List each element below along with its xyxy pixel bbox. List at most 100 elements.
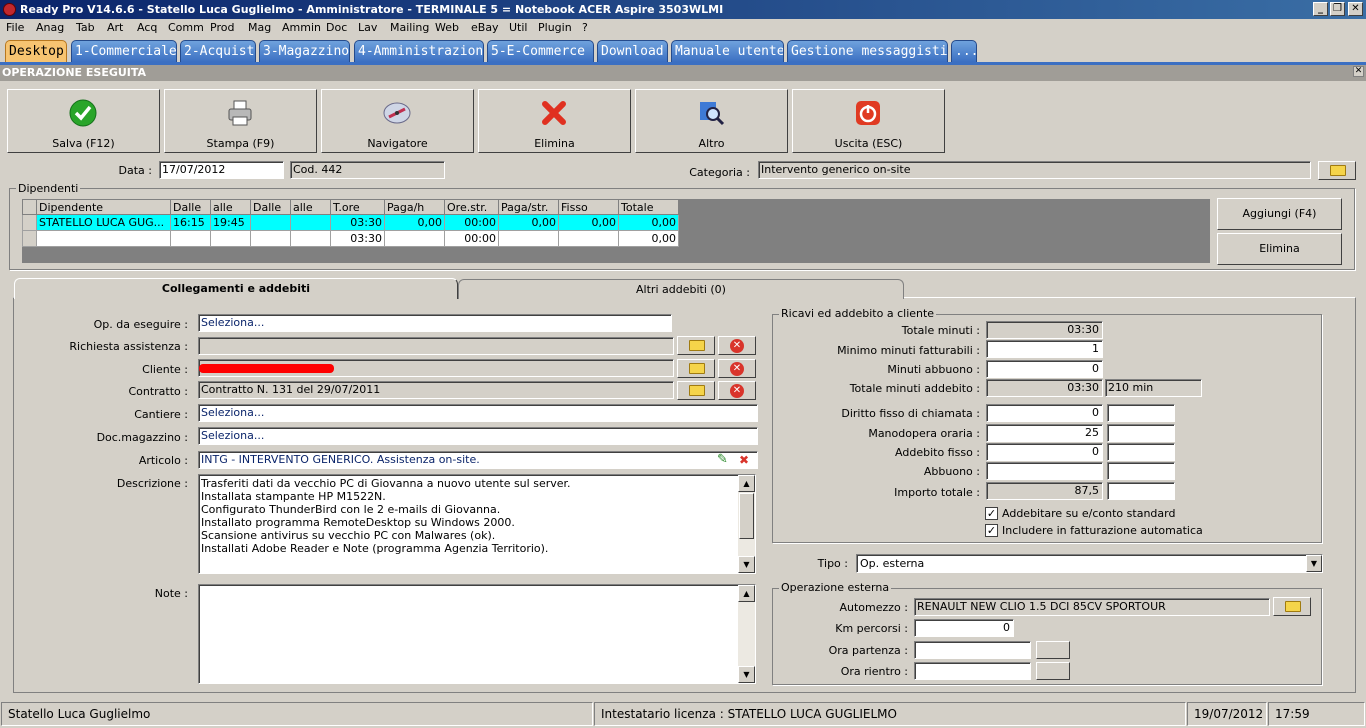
restore-button[interactable]: ❐ xyxy=(1330,2,1345,16)
menu-file[interactable]: File xyxy=(6,21,24,34)
abbuono-minuti-field[interactable]: 0 xyxy=(986,360,1103,378)
cliente-browse-button[interactable] xyxy=(677,359,715,378)
richiesta-browse-button[interactable] xyxy=(677,336,715,355)
delete-employee-button[interactable]: Elimina xyxy=(1217,233,1342,265)
table-row[interactable]: STATELLO LUCA GUG... 16:15 19:45 03:30 0… xyxy=(22,214,679,231)
contratto-browse-button[interactable] xyxy=(677,381,715,400)
menu-help[interactable]: ? xyxy=(582,21,588,34)
menu-prod[interactable]: Prod xyxy=(210,21,234,34)
category-browse-button[interactable] xyxy=(1318,161,1356,180)
table-cell[interactable] xyxy=(290,230,331,247)
op-field[interactable]: Seleziona... xyxy=(198,314,672,332)
table-cell[interactable]: 19:45 xyxy=(210,214,251,231)
tab-gestione-messaggistica[interactable]: Gestione messaggistica xyxy=(787,40,948,62)
articolo-field[interactable]: INTG - INTERVENTO GENERICO. Assistenza o… xyxy=(198,451,758,469)
col-fisso[interactable]: Fisso xyxy=(558,199,619,215)
manodopera-field[interactable]: 25 xyxy=(986,424,1103,442)
table-cell[interactable]: 0,00 xyxy=(618,214,679,231)
table-cell[interactable]: 03:30 xyxy=(330,214,385,231)
tipo-select[interactable]: Op. esterna ▼ xyxy=(856,554,1323,573)
table-cell[interactable]: 0,00 xyxy=(558,214,619,231)
col-dipendente[interactable]: Dipendente xyxy=(36,199,171,215)
includere-checkbox[interactable]: ✓ xyxy=(985,524,998,537)
richiesta-clear-button[interactable]: ✕ xyxy=(718,336,756,355)
table-cell[interactable]: 0,00 xyxy=(618,230,679,247)
scroll-down-icon[interactable]: ▼ xyxy=(738,556,755,573)
km-field[interactable]: 0 xyxy=(914,619,1014,637)
col-dalle-2[interactable]: Dalle xyxy=(250,199,291,215)
scroll-up-icon[interactable]: ▲ xyxy=(738,585,755,602)
menu-plugin[interactable]: Plugin xyxy=(538,21,572,34)
menu-art[interactable]: Art xyxy=(107,21,123,34)
scroll-thumb[interactable] xyxy=(739,493,754,539)
menu-ebay[interactable]: eBay xyxy=(471,21,499,34)
tab-magazzino[interactable]: 3-Magazzino xyxy=(259,40,350,62)
navigator-button[interactable]: Navigatore xyxy=(321,89,474,153)
col-paga-str[interactable]: Paga/str. xyxy=(498,199,559,215)
exit-button[interactable]: Uscita (ESC) xyxy=(792,89,945,153)
table-cell[interactable] xyxy=(384,230,445,247)
contratto-clear-button[interactable]: ✕ xyxy=(718,381,756,400)
table-cell[interactable]: 00:00 xyxy=(444,230,499,247)
abbuono-field[interactable] xyxy=(986,462,1103,480)
remove-icon[interactable]: ✖ xyxy=(739,452,749,468)
edit-pencil-icon[interactable]: ✎ xyxy=(717,452,728,468)
descrizione-scrollbar[interactable]: ▲ ▼ xyxy=(738,475,755,573)
table-cell[interactable] xyxy=(36,230,171,247)
diritto-extra-field[interactable] xyxy=(1107,404,1175,422)
abbuono-extra-field[interactable] xyxy=(1107,462,1175,480)
docmag-field[interactable]: Seleziona... xyxy=(198,427,758,445)
col-alle[interactable]: alle xyxy=(210,199,251,215)
automezzo-browse-button[interactable] xyxy=(1273,597,1311,616)
menu-tab[interactable]: Tab xyxy=(76,21,95,34)
print-button[interactable]: Stampa (F9) xyxy=(164,89,317,153)
menu-mailing[interactable]: Mailing xyxy=(390,21,429,34)
scroll-up-icon[interactable]: ▲ xyxy=(738,475,755,492)
col-ore-str[interactable]: Ore.str. xyxy=(444,199,499,215)
table-cell[interactable] xyxy=(210,230,251,247)
col-alle-2[interactable]: alle xyxy=(290,199,331,215)
menu-anag[interactable]: Anag xyxy=(36,21,64,34)
menu-comm[interactable]: Comm xyxy=(168,21,204,34)
manodopera-extra-field[interactable] xyxy=(1107,424,1175,442)
cliente-clear-button[interactable]: ✕ xyxy=(718,359,756,378)
scroll-down-icon[interactable]: ▼ xyxy=(738,666,755,683)
tab-altri-addebiti[interactable]: Altri addebiti (0) xyxy=(458,279,904,299)
importo-extra-field[interactable] xyxy=(1107,482,1175,500)
col-totale[interactable]: Totale xyxy=(618,199,679,215)
note-textarea[interactable]: ▲ ▼ xyxy=(198,584,756,684)
other-button[interactable]: Altro xyxy=(635,89,788,153)
addebito-fisso-extra-field[interactable] xyxy=(1107,443,1175,461)
row-selector[interactable] xyxy=(22,214,37,231)
date-field[interactable]: 17/07/2012 xyxy=(159,161,284,179)
table-cell[interactable] xyxy=(290,214,331,231)
row-selector[interactable] xyxy=(22,230,37,247)
menu-lav[interactable]: Lav xyxy=(358,21,377,34)
menu-doc[interactable]: Doc xyxy=(326,21,347,34)
tab-commerciale[interactable]: 1-Commerciale xyxy=(71,40,177,62)
table-cell[interactable] xyxy=(250,230,291,247)
minimo-field[interactable]: 1 xyxy=(986,340,1103,358)
tab-more[interactable]: ... xyxy=(951,40,977,62)
addebitare-checkbox[interactable]: ✓ xyxy=(985,507,998,520)
tab-manuale-utente[interactable]: Manuale utente xyxy=(671,40,784,62)
tab-acquisti[interactable]: 2-Acquisti xyxy=(180,40,256,62)
ora-partenza-field[interactable] xyxy=(914,641,1031,659)
table-cell[interactable]: 00:00 xyxy=(444,214,499,231)
menu-util[interactable]: Util xyxy=(509,21,527,34)
close-form-icon[interactable]: ✕ xyxy=(1353,66,1364,77)
table-cell[interactable] xyxy=(170,230,211,247)
table-cell[interactable]: 16:15 xyxy=(170,214,211,231)
tab-collegamenti[interactable]: Collegamenti e addebiti xyxy=(14,278,458,299)
col-dalle[interactable]: Dalle xyxy=(170,199,211,215)
menu-mag[interactable]: Mag xyxy=(248,21,271,34)
tab-e-commerce[interactable]: 5-E-Commerce xyxy=(487,40,594,62)
table-cell[interactable] xyxy=(250,214,291,231)
table-cell[interactable]: 03:30 xyxy=(330,230,385,247)
table-cell[interactable]: STATELLO LUCA GUG... xyxy=(36,214,171,231)
ora-partenza-button[interactable] xyxy=(1036,641,1070,659)
tab-desktop[interactable]: Desktop xyxy=(5,40,67,62)
menu-web[interactable]: Web xyxy=(435,21,459,34)
cantiere-field[interactable]: Seleziona... xyxy=(198,404,758,422)
close-button[interactable]: ✕ xyxy=(1348,2,1363,16)
